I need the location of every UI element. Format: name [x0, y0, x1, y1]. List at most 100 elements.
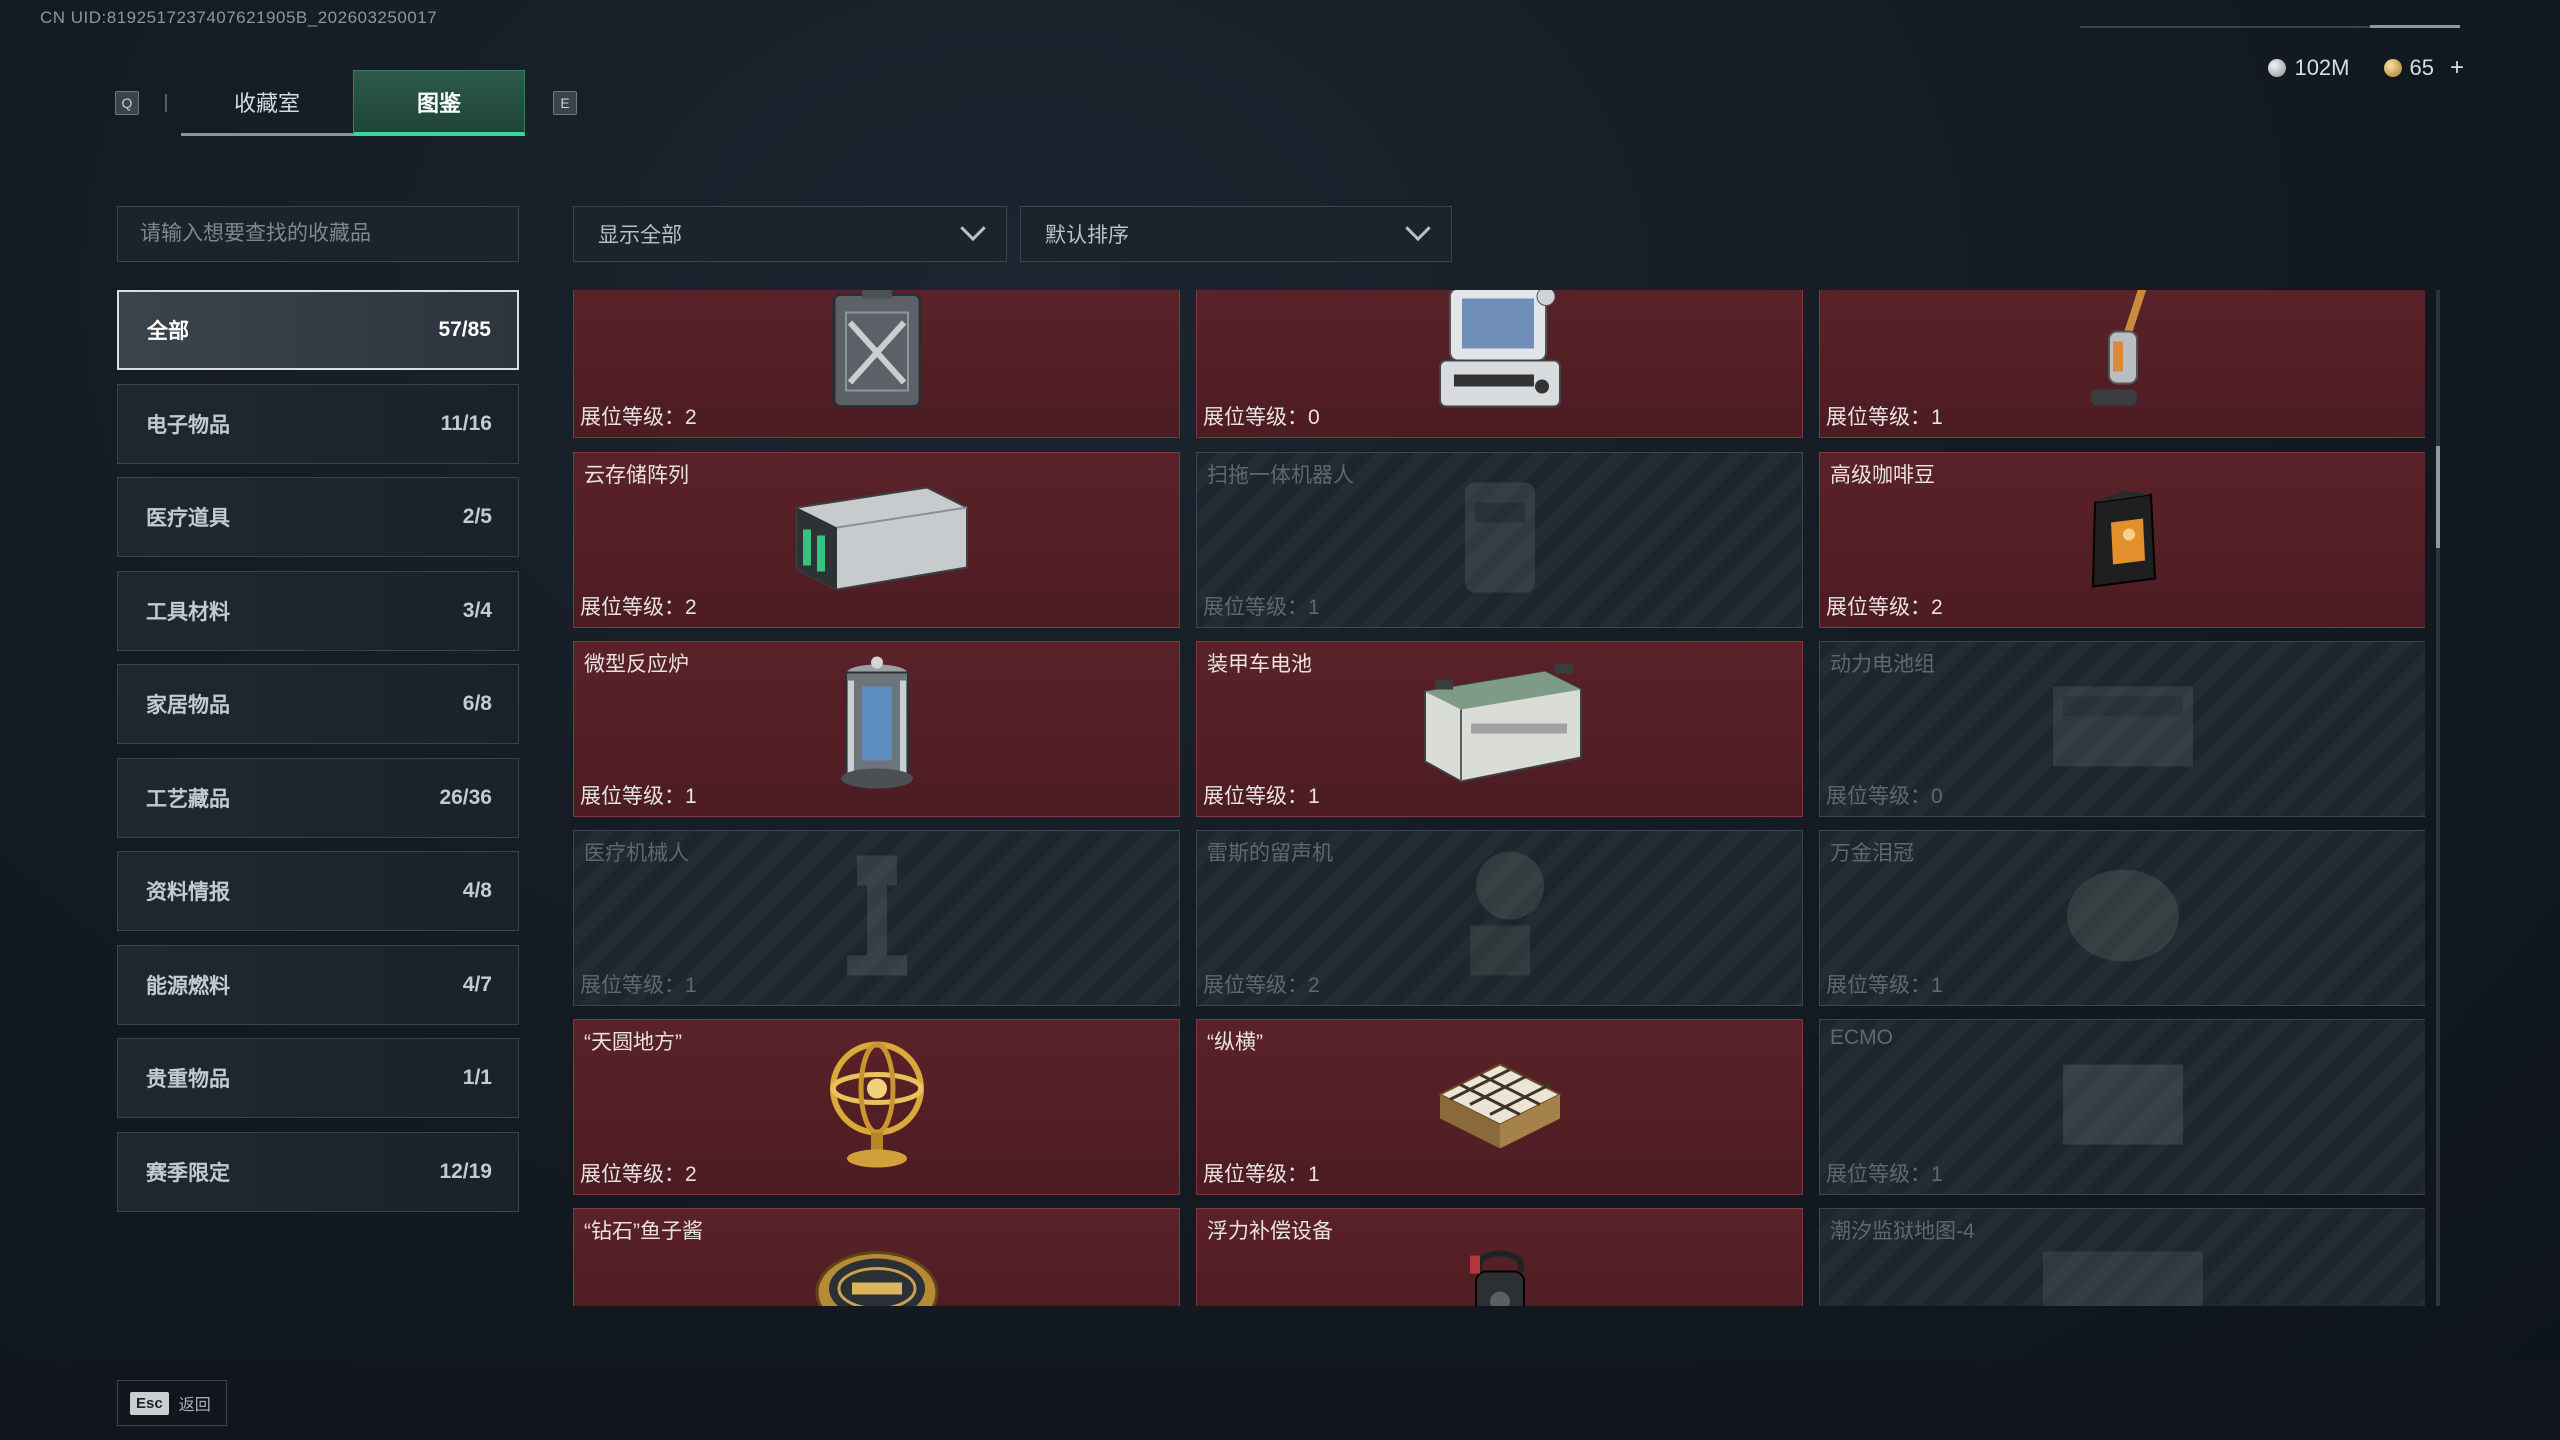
item-display-level: 展位等级：2 [580, 1163, 697, 1186]
map-icon [2033, 1241, 2213, 1306]
collection-item-card[interactable]: 展位等级：2 [573, 290, 1180, 438]
item-display-level: 展位等级：2 [1826, 596, 1943, 619]
mop-robot-icon [1445, 473, 1555, 608]
category-count: 12/19 [439, 1159, 492, 1183]
collection-item-card[interactable]: “钻石”鱼子酱 [573, 1208, 1180, 1306]
category-count: 1/1 [462, 1066, 492, 1089]
tab-catalog[interactable]: 图鉴 [353, 70, 525, 136]
category-item[interactable]: 能源燃料 4/7 [117, 944, 519, 1025]
category-count: 3/4 [462, 598, 492, 622]
gold-currency: 65 + [2383, 54, 2464, 82]
item-name: 微型反应炉 [584, 653, 689, 676]
back-button[interactable]: Esc 返回 [117, 1380, 227, 1426]
sort-dropdown[interactable]: 默认排序 [1020, 206, 1452, 262]
collection-item-card[interactable]: 微型反应炉展位等级：1 [573, 641, 1180, 817]
item-display-level: 展位等级：1 [580, 974, 697, 997]
category-item[interactable]: 工具材料 3/4 [117, 570, 519, 651]
category-item[interactable]: 全部 57/85 [117, 290, 519, 370]
scrollbar-thumb[interactable] [2436, 446, 2440, 548]
item-display-level: 展位等级：1 [1826, 406, 1943, 429]
category-item[interactable]: 贵重物品 1/1 [117, 1038, 519, 1118]
filter-dropdown[interactable]: 显示全部 [573, 206, 1007, 262]
e-key-hint[interactable]: E [553, 91, 577, 115]
gramophone-icon [1440, 846, 1560, 991]
category-item[interactable]: 工艺藏品 26/36 [117, 757, 519, 838]
buoyancy-device-icon [1450, 1241, 1550, 1306]
sort-dropdown-value: 默认排序 [1045, 224, 1129, 247]
category-sidebar: 全部 57/85 电子物品 11/16 医疗道具 2/5 工具材料 3/4 家居物品 6/8 工艺藏… [117, 290, 519, 1225]
category-item[interactable]: 资料情报 4/8 [117, 851, 519, 931]
chess-board-icon [1430, 1045, 1570, 1170]
q-key-hint[interactable]: Q [115, 91, 139, 115]
item-display-level: 展位等级：1 [1826, 1163, 1943, 1186]
item-name: 医疗机械人 [584, 842, 689, 865]
reactor-icon [822, 656, 932, 802]
collection-item-card[interactable]: 展位等级：0 [1196, 290, 1803, 438]
category-item[interactable]: 医疗道具 2/5 [117, 477, 519, 557]
add-currency-button[interactable]: + [2450, 54, 2464, 82]
storage-array-icon [777, 478, 977, 603]
collection-item-card[interactable]: 云存储阵列 展位等级：2 [573, 452, 1180, 628]
category-label: 工具材料 [146, 600, 230, 624]
item-name: “天圆地方” [584, 1031, 682, 1054]
vacuum-cleaner-icon [2083, 290, 2163, 423]
tab-collection-room[interactable]: 收藏室 [181, 70, 353, 136]
item-display-level: 展位等级：1 [1203, 1163, 1320, 1186]
main-tabs: Q 收藏室 图鉴 E [115, 70, 577, 136]
top-decor-line [2080, 25, 2460, 28]
collection-search-input[interactable] [117, 206, 519, 262]
collection-item-card[interactable]: 动力电池组 展位等级：0 [1819, 641, 2425, 817]
collection-item-card[interactable]: 潮汐监狱地图-4 [1819, 1208, 2425, 1306]
category-label: 电子物品 [146, 413, 230, 437]
item-display-level: 展位等级：1 [580, 785, 697, 808]
esc-key-hint: Esc [130, 1391, 169, 1415]
collection-grid: 展位等级：2 展位等级：0 展位等级：1 云存储阵列 展位等级：2 扫拖一体机器人 展位等级… [573, 290, 2425, 1306]
collection-item-card[interactable]: 医疗机械人展位等级：1 [573, 830, 1180, 1006]
item-display-level: 展位等级：1 [1203, 596, 1320, 619]
user-id-label: CN UID:8192517237407621905B_202603250017 [40, 8, 438, 27]
silver-amount: 102M [2294, 55, 2350, 80]
collection-item-card[interactable]: ECMO 展位等级：1 [1819, 1019, 2425, 1195]
battery-icon [1405, 662, 1595, 797]
medical-robot-icon [817, 846, 937, 991]
collection-item-card[interactable]: 浮力补偿设备 [1196, 1208, 1803, 1306]
collection-item-card[interactable]: 扫拖一体机器人展位等级：1 [1196, 452, 1803, 628]
category-item[interactable]: 赛季限定 12/19 [117, 1131, 519, 1212]
category-label: 医疗道具 [146, 507, 230, 530]
category-label: 赛季限定 [146, 1161, 230, 1185]
category-label: 家居物品 [146, 694, 230, 717]
item-display-level: 展位等级：2 [580, 406, 697, 429]
grid-scrollbar[interactable] [2436, 290, 2440, 1306]
category-count: 11/16 [440, 411, 492, 435]
category-count: 6/8 [462, 692, 492, 715]
collection-item-card[interactable]: “天圆地方” 展位等级：2 [573, 1019, 1180, 1195]
category-item[interactable]: 电子物品 11/16 [117, 383, 519, 464]
currency-display: 102M 65 + [2268, 54, 2464, 82]
item-display-level: 展位等级：2 [580, 596, 697, 619]
item-name: 装甲车电池 [1207, 653, 1312, 676]
silver-currency: 102M [2268, 55, 2350, 81]
collection-item-card[interactable]: “纵横” 展位等级：1 [1196, 1019, 1803, 1195]
gold-amount: 65 [2409, 55, 2434, 80]
category-label: 能源燃料 [146, 974, 230, 998]
category-item[interactable]: 家居物品 6/8 [117, 664, 519, 744]
item-name: 扫拖一体机器人 [1207, 464, 1354, 487]
item-name: 浮力补偿设备 [1207, 1220, 1333, 1243]
item-name: 潮汐监狱地图-4 [1830, 1220, 1975, 1243]
collection-item-card[interactable]: 雷斯的留声机 展位等级：2 [1196, 830, 1803, 1006]
silver-coin-icon [2268, 59, 2287, 77]
chevron-down-icon [960, 215, 986, 242]
battery-pack-icon [2043, 667, 2203, 792]
collection-item-card[interactable]: 装甲车电池 展位等级：1 [1196, 641, 1803, 817]
filter-dropdown-value: 显示全部 [598, 224, 682, 247]
bottom-bar [0, 1364, 2560, 1440]
category-label: 贵重物品 [146, 1068, 230, 1091]
item-name: 高级咖啡豆 [1830, 464, 1935, 487]
item-name: “纵横” [1207, 1031, 1263, 1054]
category-count: 2/5 [462, 505, 492, 528]
collection-item-card[interactable]: 高级咖啡豆展位等级：2 [1819, 452, 2425, 628]
collection-item-card[interactable]: 万金泪冠 展位等级：1 [1819, 830, 2425, 1006]
collection-item-card[interactable]: 展位等级：1 [1819, 290, 2425, 438]
category-label: 工艺藏品 [146, 787, 230, 811]
tab-divider [165, 94, 167, 112]
